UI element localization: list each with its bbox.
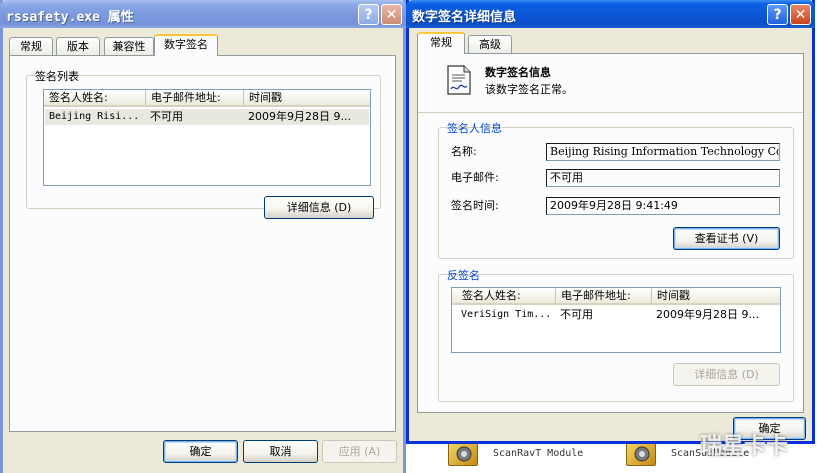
countersignature-list[interactable]: 签名人姓名: 电子邮件地址: 时间戳 VeriSign Tim... 不可用 2… xyxy=(451,287,781,353)
properties-titlebar[interactable]: rssafety.exe 属性 ? ✕ xyxy=(0,0,406,28)
name-field[interactable]: Beijing Rising Information Technology Co xyxy=(546,143,780,161)
email-field[interactable]: 不可用 xyxy=(546,169,780,187)
properties-window: rssafety.exe 属性 ? ✕ 常规 版本 兼容性 数字签名 签名列表 … xyxy=(0,0,406,473)
cell-signer: Beijing Risi... xyxy=(49,111,140,122)
group-label: 反签名 xyxy=(447,269,480,282)
cell-timestamp: 2009年9月28日 9... xyxy=(248,110,351,123)
tab-compatibility[interactable]: 兼容性 xyxy=(104,37,154,56)
cancel-button[interactable]: 取消 xyxy=(243,440,318,463)
background-item-label: ScanRavT Module xyxy=(493,448,584,459)
details-titlebar[interactable]: 数字签名详细信息 ? ✕ xyxy=(406,0,815,28)
tab-advanced[interactable]: 高级 xyxy=(468,35,512,54)
site-watermark: 瑞星卡卡 xyxy=(700,434,789,459)
tab-digital-signatures[interactable]: 数字签名 xyxy=(154,34,218,56)
column-email[interactable]: 电子邮件地址: xyxy=(556,288,652,303)
column-signer-name[interactable]: 签名人姓名: xyxy=(44,90,146,105)
group-label: 签名人信息 xyxy=(447,122,502,135)
cell-email: 不可用 xyxy=(560,308,593,321)
close-button[interactable]: ✕ xyxy=(790,4,811,25)
info-status: 该数字签名正常。 xyxy=(485,83,573,96)
list-header: 签名人姓名: 电子邮件地址: 时间戳 xyxy=(44,90,370,107)
apply-button: 应用 (A) xyxy=(322,440,397,463)
group-label: 签名列表 xyxy=(35,70,79,83)
window-title: 数字签名详细信息 xyxy=(412,10,517,25)
column-email[interactable]: 电子邮件地址: xyxy=(146,90,244,105)
info-heading: 数字签名信息 xyxy=(485,66,551,79)
countersignature-details-button: 详细信息 (D) xyxy=(673,363,780,386)
tab-version[interactable]: 版本 xyxy=(56,37,100,56)
table-row[interactable]: Beijing Risi... 不可用 2009年9月28日 9... xyxy=(45,109,369,125)
name-label: 名称: xyxy=(451,145,477,158)
tab-general[interactable]: 常规 xyxy=(417,32,465,54)
email-label: 电子邮件: xyxy=(451,171,499,184)
cell-signer: VeriSign Tim... xyxy=(461,309,552,320)
divider xyxy=(418,112,803,113)
help-button[interactable]: ? xyxy=(767,4,788,25)
table-row[interactable]: VeriSign Tim... 不可用 2009年9月28日 9... xyxy=(453,307,779,323)
signatures-tab-panel: 签名列表 签名人姓名: 电子邮件地址: 时间戳 Beijing Risi... … xyxy=(9,55,396,432)
general-tab-panel: 数字签名信息 该数字签名正常。 签名人信息 名称: Beijing Rising… xyxy=(417,53,804,413)
column-signer-name[interactable]: 签名人姓名: xyxy=(452,288,556,303)
tab-general[interactable]: 常规 xyxy=(9,37,53,56)
certificate-document-icon xyxy=(444,64,474,96)
cell-timestamp: 2009年9月28日 9... xyxy=(656,308,759,321)
column-timestamp[interactable]: 时间戳 xyxy=(652,288,780,303)
close-button[interactable]: ✕ xyxy=(381,4,402,25)
signature-details-window: 数字签名详细信息 ? ✕ 常规 高级 数字签名信息 该数字签名正常。 签名人信息… xyxy=(406,0,815,444)
cell-email: 不可用 xyxy=(150,110,183,123)
help-button[interactable]: ? xyxy=(358,4,379,25)
ok-button[interactable]: 确定 xyxy=(163,440,238,463)
sign-time-label: 签名时间: xyxy=(451,199,499,212)
view-certificate-button[interactable]: 查看证书 (V) xyxy=(673,227,780,250)
details-button[interactable]: 详细信息 (D) xyxy=(264,196,374,219)
window-title: rssafety.exe 属性 xyxy=(6,10,134,25)
sign-time-field[interactable]: 2009年9月28日 9:41:49 xyxy=(546,197,780,215)
signature-list[interactable]: 签名人姓名: 电子邮件地址: 时间戳 Beijing Risi... 不可用 2… xyxy=(43,89,371,186)
list-header: 签名人姓名: 电子邮件地址: 时间戳 xyxy=(452,288,780,305)
column-timestamp[interactable]: 时间戳 xyxy=(244,90,370,105)
